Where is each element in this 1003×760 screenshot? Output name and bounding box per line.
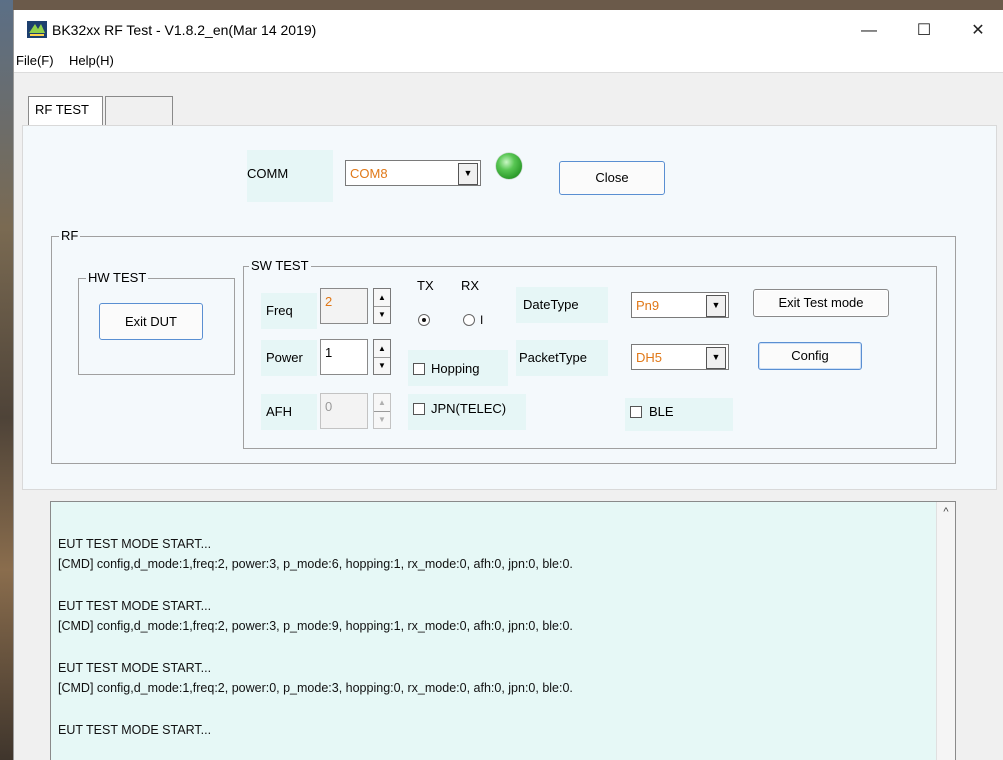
maximize-button[interactable]: ☐: [901, 16, 947, 46]
log-line: [CMD] config,d_mode:1,freq:2, power:3, p…: [58, 619, 573, 633]
spin-down-icon[interactable]: ▼: [374, 411, 390, 428]
close-port-button[interactable]: Close: [559, 161, 665, 195]
exit-test-mode-button[interactable]: Exit Test mode: [753, 289, 889, 317]
log-line: EUT TEST MODE START...: [58, 723, 212, 737]
tab-empty[interactable]: [105, 96, 173, 126]
log-line: [CMD] config,d_mode:1,freq:2, power:0, p…: [58, 681, 573, 695]
chevron-down-icon[interactable]: ▼: [706, 347, 726, 369]
datetype-label-box: DateType: [516, 287, 608, 323]
datetype-value: Pn9: [636, 298, 660, 313]
packettype-label-box: PacketType: [516, 340, 608, 376]
log-line: [CMD] config,d_mode:1,freq:2, power:3, p…: [58, 557, 573, 571]
log-line: EUT TEST MODE START...: [58, 537, 212, 551]
spin-up-icon[interactable]: ▲: [374, 340, 390, 358]
packettype-value: DH5: [636, 350, 663, 365]
scroll-up-icon[interactable]: ^: [937, 506, 955, 518]
comm-port-select[interactable]: COM8 ▼: [345, 160, 481, 186]
log-line: EUT TEST MODE START...: [58, 599, 212, 613]
hopping-checkbox[interactable]: [413, 363, 425, 375]
freq-spinner[interactable]: ▲ ▼: [373, 288, 391, 324]
rx-label: RX: [461, 278, 480, 293]
tx-label: TX: [417, 278, 434, 293]
menu-file[interactable]: File(F): [16, 53, 54, 68]
title-bar: BK32xx RF Test - V1.8.2_en(Mar 14 2019) …: [14, 10, 1003, 50]
afh-label-box: AFH: [261, 394, 317, 430]
packettype-label: PacketType: [519, 350, 587, 365]
jpn-label: JPN(TELEC): [431, 401, 507, 416]
connection-status-led-icon: [496, 153, 522, 179]
config-button[interactable]: Config: [758, 342, 862, 370]
spin-up-icon[interactable]: ▲: [374, 394, 390, 412]
chevron-down-icon[interactable]: ▼: [458, 163, 478, 185]
menu-bar: [14, 50, 1003, 72]
tab-rf-test[interactable]: RF TEST: [28, 96, 103, 126]
afh-label: AFH: [266, 404, 292, 419]
jpn-checkbox[interactable]: [413, 403, 425, 415]
log-output[interactable]: EUT TEST MODE START... [CMD] config,d_mo…: [50, 501, 956, 760]
comm-label-box: COMM: [247, 150, 333, 202]
app-icon: [27, 21, 47, 38]
afh-value[interactable]: 0: [320, 393, 368, 429]
window-title: BK32xx RF Test - V1.8.2_en(Mar 14 2019): [52, 22, 317, 38]
tx-radio[interactable]: [418, 314, 430, 326]
rf-group-label: RF: [59, 228, 81, 243]
rx-radio[interactable]: [463, 314, 475, 326]
power-spinner[interactable]: ▲ ▼: [373, 339, 391, 375]
freq-value[interactable]: 2: [320, 288, 368, 324]
spin-down-icon[interactable]: ▼: [374, 357, 390, 374]
power-label: Power: [266, 350, 303, 365]
tab-rf-test-label: RF TEST: [35, 102, 89, 117]
comm-label: COMM: [247, 166, 289, 181]
ble-checkbox[interactable]: [630, 406, 642, 418]
desktop-background: [0, 0, 13, 760]
comm-port-value: COM8: [350, 166, 388, 181]
log-line: EUT TEST MODE START...: [58, 661, 212, 675]
chevron-down-icon[interactable]: ▼: [706, 295, 726, 317]
menu-help[interactable]: Help(H): [69, 53, 114, 68]
hopping-label: Hopping: [431, 361, 480, 376]
power-label-box: Power: [261, 340, 317, 376]
packettype-select[interactable]: DH5 ▼: [631, 344, 729, 370]
ble-label: BLE: [649, 404, 674, 419]
freq-label: Freq: [266, 303, 293, 318]
spin-down-icon[interactable]: ▼: [374, 306, 390, 323]
power-value[interactable]: 1: [320, 339, 368, 375]
freq-label-box: Freq: [261, 293, 317, 329]
spin-up-icon[interactable]: ▲: [374, 289, 390, 307]
log-scrollbar[interactable]: ^: [936, 502, 955, 760]
datetype-select[interactable]: Pn9 ▼: [631, 292, 729, 318]
rx-radio-label: I: [480, 313, 484, 327]
afh-spinner[interactable]: ▲ ▼: [373, 393, 391, 429]
app-window: BK32xx RF Test - V1.8.2_en(Mar 14 2019) …: [13, 10, 1003, 760]
minimize-button[interactable]: —: [846, 16, 892, 46]
close-window-button[interactable]: ✕: [955, 16, 1001, 46]
exit-dut-button[interactable]: Exit DUT: [99, 303, 203, 340]
datetype-label: DateType: [523, 297, 579, 312]
sw-test-group-label: SW TEST: [249, 258, 311, 273]
hw-test-group-label: HW TEST: [86, 270, 149, 285]
